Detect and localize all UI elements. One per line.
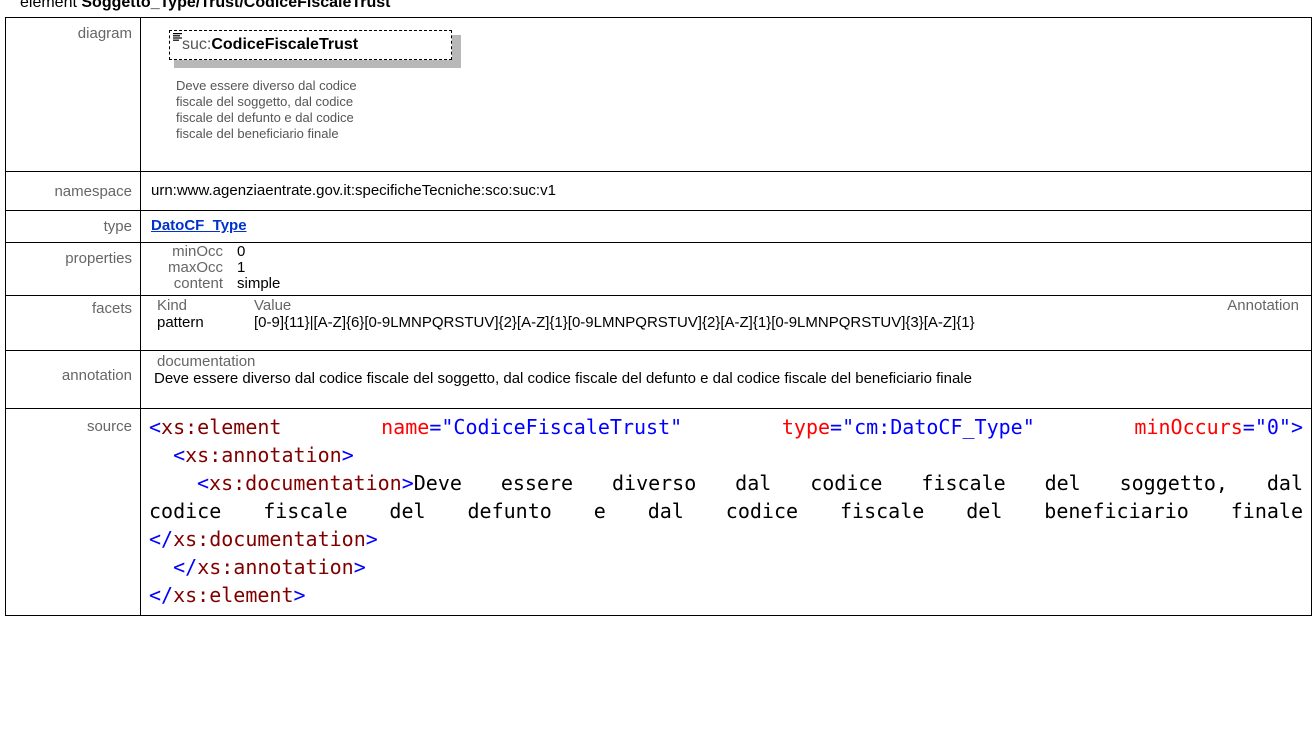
properties-list: minOcc 0 maxOcc 1 content simple: [141, 243, 1311, 292]
source-attr-name: name: [381, 415, 430, 439]
facets-cell: Kind Value Annotation pattern [0-9]{11}|…: [140, 295, 1312, 351]
diagram-cell: suc:CodiceFiscaleTrust Deve essere diver…: [140, 17, 1312, 172]
row-namespace: namespace urn:www.agenziaentrate.gov.it:…: [5, 171, 1312, 211]
property-value: 0: [237, 243, 246, 260]
facet-value: [0-9]{11}|[A-Z]{6}[0-9LMNPQRSTUV]{2}[A-Z…: [254, 314, 975, 331]
page-title: element Soggetto_Type/Trust/CodiceFiscal…: [20, 0, 390, 13]
facet-header-kind: Kind: [157, 297, 188, 314]
source-attr-value: "cm:DatoCF_Type": [842, 415, 1035, 439]
angle-bracket: <: [149, 415, 162, 439]
source-line: <xs:element name="CodiceFiscaleTrust" ty…: [149, 413, 1303, 441]
source-doc-text: codice fiscale del defunto e dal codice …: [149, 499, 1303, 523]
equals: =: [830, 415, 843, 439]
row-type: type DatoCF_Type: [5, 210, 1312, 243]
angle-bracket: >: [1290, 415, 1303, 439]
label-diagram: diagram: [5, 17, 141, 172]
node-name: CodiceFiscaleTrust: [211, 36, 359, 53]
source-line: </xs:element>: [149, 581, 1303, 609]
element-node[interactable]: suc:CodiceFiscaleTrust: [169, 30, 461, 68]
source-attr-value: "CodiceFiscaleTrust": [441, 415, 683, 439]
row-annotation: annotation documentation Deve essere div…: [5, 350, 1312, 409]
property-key: minOcc: [172, 243, 223, 260]
source-line: <xs:annotation>: [149, 441, 1303, 469]
annotation-cell: documentation Deve essere diverso dal co…: [140, 350, 1312, 409]
source-attr-value: "0": [1254, 415, 1291, 439]
angle-bracket: >: [401, 471, 414, 495]
label-namespace: namespace: [5, 171, 141, 211]
row-diagram: diagram suc:CodiceFiscaleTrust Deve esse…: [5, 17, 1312, 172]
source-cell: <xs:element name="CodiceFiscaleTrust" ty…: [140, 408, 1312, 616]
source-tag: xs:element: [173, 583, 294, 607]
properties-cell: minOcc 0 maxOcc 1 content simple: [140, 242, 1312, 296]
facet-header-value: Value: [254, 297, 292, 314]
annotation-block: documentation Deve essere diverso dal co…: [141, 351, 1311, 387]
label-facets: facets: [5, 295, 141, 351]
angle-bracket: <: [173, 443, 186, 467]
source-code: <xs:element name="CodiceFiscaleTrust" ty…: [141, 409, 1311, 615]
source-tag: xs:documentation: [209, 471, 402, 495]
row-source: source <xs:element name="CodiceFiscaleTr…: [5, 408, 1312, 616]
source-line: </xs:documentation>: [149, 525, 1303, 553]
source-tag: xs:element: [161, 415, 282, 439]
node-box: suc:CodiceFiscaleTrust: [169, 30, 452, 60]
annotation-text: Deve essere diverso dal codice fiscale d…: [154, 370, 972, 387]
facet-kind: pattern: [157, 314, 204, 331]
node-namespace: suc:: [182, 36, 212, 53]
angle-bracket: <: [197, 471, 210, 495]
namespace-value: urn:www.agenziaentrate.gov.it:specifiche…: [151, 182, 556, 199]
equals: =: [429, 415, 442, 439]
title-path: Soggetto_Type/Trust/CodiceFiscaleTrust: [81, 0, 391, 11]
source-tag: xs:documentation: [173, 527, 366, 551]
angle-bracket: >: [365, 527, 378, 551]
property-key: content: [173, 275, 223, 292]
property-row: maxOcc 1: [141, 260, 1311, 276]
label-annotation: annotation: [5, 350, 141, 409]
row-properties: properties minOcc 0 maxOcc 1 content simple: [5, 242, 1312, 296]
label-properties: properties: [5, 242, 141, 296]
source-line: ​<xs:documentation>Deve essere diverso d…: [149, 469, 1303, 497]
row-facets: facets Kind Value Annotation pattern [0-…: [5, 295, 1312, 351]
equals: =: [1242, 415, 1255, 439]
source-tag: xs:annotation: [197, 555, 354, 579]
angle-bracket: >: [353, 555, 366, 579]
type-cell: DatoCF_Type: [140, 210, 1312, 243]
angle-bracket: </: [149, 527, 174, 551]
node-label: suc:CodiceFiscaleTrust: [182, 36, 358, 54]
annotation-header: documentation: [157, 353, 256, 370]
label-source: source: [5, 408, 141, 616]
source-attr-name: minOccurs: [1134, 415, 1243, 439]
source-line: </xs:annotation>: [149, 553, 1303, 581]
angle-bracket: </: [173, 555, 198, 579]
property-row: content simple: [141, 276, 1311, 292]
title-prefix: element: [20, 0, 82, 11]
label-type: type: [5, 210, 141, 243]
type-link[interactable]: DatoCF_Type: [151, 217, 247, 234]
doc-line: fiscale del defunto e dal codice: [176, 110, 354, 125]
namespace-cell: urn:www.agenziaentrate.gov.it:specifiche…: [140, 171, 1312, 211]
facets-table: Kind Value Annotation pattern [0-9]{11}|…: [141, 296, 1311, 350]
property-value: simple: [237, 275, 281, 292]
angle-bracket: </: [149, 583, 174, 607]
source-tag: xs:annotation: [185, 443, 342, 467]
doc-line: fiscale del beneficiario finale: [176, 126, 339, 141]
facet-header-annotation: Annotation: [1227, 297, 1299, 314]
source-doc-text: Deve essere diverso dal codice fiscale d…: [413, 471, 1303, 495]
property-row: minOcc 0: [141, 244, 1311, 260]
source-line: codice fiscale del defunto e dal codice …: [149, 497, 1303, 525]
doc-line: Deve essere diverso dal codice: [176, 78, 357, 93]
angle-bracket: >: [293, 583, 306, 607]
doc-line: fiscale del soggetto, dal codice: [176, 94, 354, 109]
element-doc-table: diagram suc:CodiceFiscaleTrust Deve esse…: [5, 17, 1312, 616]
source-attr-name: type: [781, 415, 831, 439]
property-key: maxOcc: [167, 259, 223, 276]
property-value: 1: [237, 259, 246, 276]
angle-bracket: >: [341, 443, 354, 467]
documentation-icon: [173, 33, 182, 41]
node-documentation: Deve essere diverso dal codice fiscale d…: [176, 78, 476, 142]
diagram: suc:CodiceFiscaleTrust Deve essere diver…: [151, 18, 1311, 171]
